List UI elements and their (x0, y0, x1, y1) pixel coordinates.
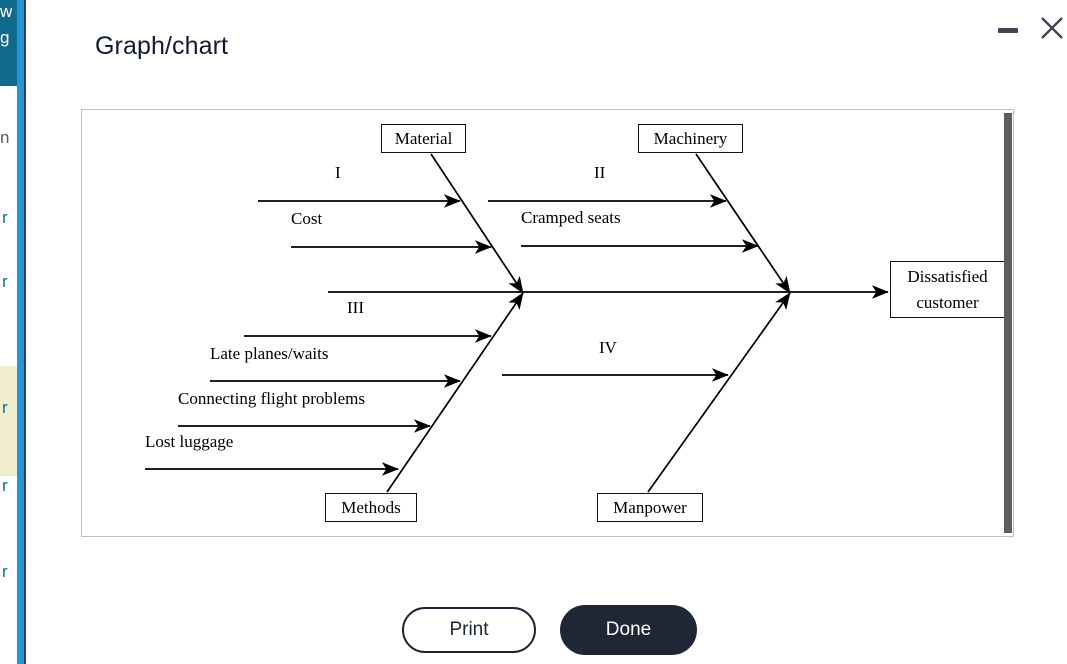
bone-material (430, 153, 524, 294)
bone-manpower (647, 292, 791, 493)
cause-label: IV (599, 338, 618, 357)
minimize-button[interactable] (996, 18, 1022, 42)
cause-label: Lost luggage (145, 432, 233, 451)
category-box-material: Material (381, 124, 466, 153)
dialog-title: Graph/chart (95, 32, 229, 60)
minimize-icon (998, 28, 1018, 33)
category-box-manpower: Manpower (597, 493, 703, 522)
background-text-fragment: w (0, 2, 13, 21)
effect-label-line: Dissatisfied (907, 267, 988, 286)
background-edge (24, 0, 26, 664)
scrollbar-thumb[interactable] (1004, 113, 1012, 533)
close-icon (1041, 17, 1063, 39)
effect-label-line: customer (916, 292, 979, 312)
cause-label: III (347, 298, 364, 317)
cause-label: I (335, 163, 341, 182)
print-button[interactable]: Print (402, 607, 536, 653)
effect-box: Dissatisfied customer (890, 261, 1005, 318)
fishbone-diagram: I Cost II Cramped seats III Late planes/waits… (145, 153, 889, 493)
background-page: wg n r r r r r (0, 0, 26, 664)
background-text-fragment: g (0, 28, 10, 47)
background-text-fragment: r (2, 398, 8, 417)
background-text-fragment: n (0, 128, 10, 147)
diagram-panel: I Cost II Cramped seats III Late planes/waits… (81, 109, 1014, 537)
cause-label: II (594, 163, 606, 182)
category-box-machinery: Machinery (638, 124, 743, 153)
cause-label: Late planes/waits (210, 344, 329, 363)
background-text-fragment: r (2, 208, 8, 227)
category-box-methods: Methods (325, 493, 417, 522)
background-text-fragment: r (2, 562, 8, 581)
graph-chart-dialog: Graph/chart I Cost II Cramped seats III Late … (27, 0, 1067, 664)
cause-label: Cost (291, 209, 322, 228)
background-text-fragment: r (2, 272, 8, 291)
background-text-fragment: r (2, 476, 8, 495)
done-button[interactable]: Done (560, 605, 697, 655)
bone-methods (386, 292, 524, 493)
vertical-scrollbar[interactable] (1004, 110, 1013, 536)
close-button[interactable] (1037, 12, 1067, 44)
cause-label: Cramped seats (521, 208, 621, 227)
bone-machinery (695, 153, 791, 294)
cause-label: Connecting flight problems (178, 389, 365, 408)
